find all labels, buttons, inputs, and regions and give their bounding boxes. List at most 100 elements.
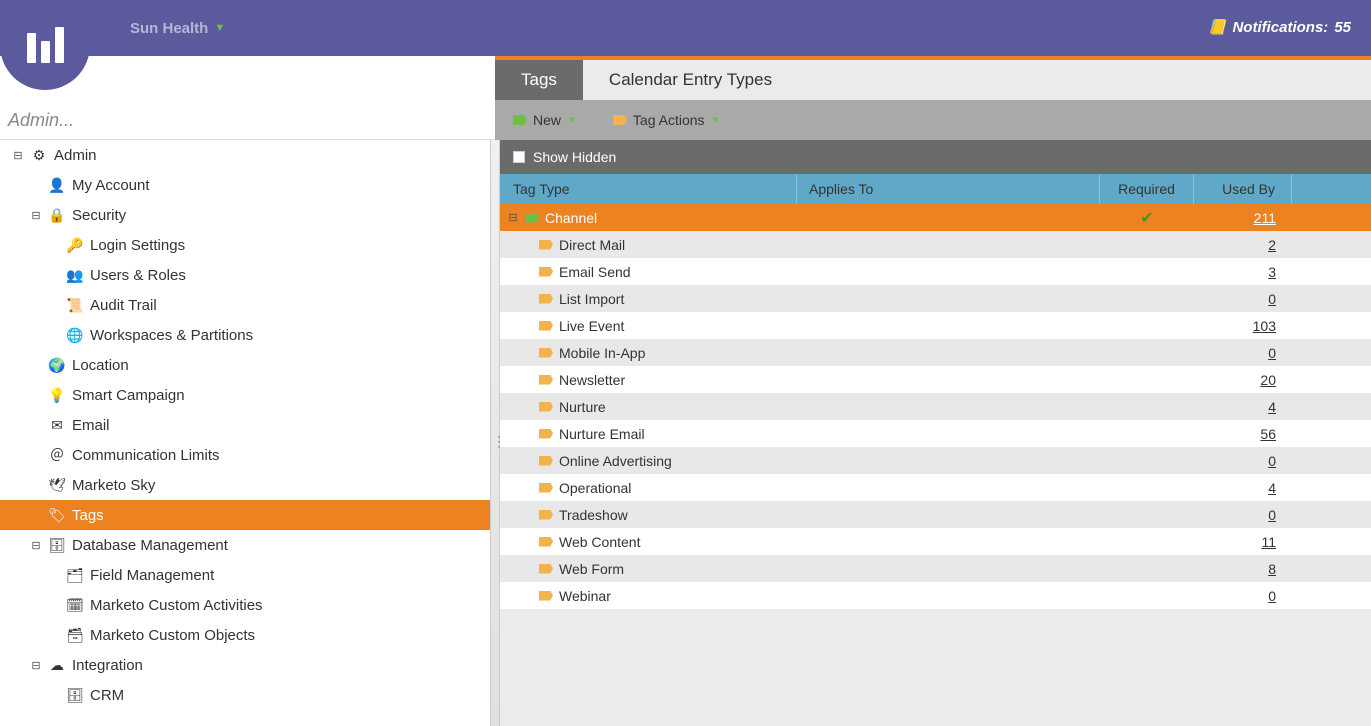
table-row[interactable]: Web Form 8 (495, 555, 1371, 582)
sidebar-item-location[interactable]: 🌍Location (0, 350, 494, 380)
sidebar-item-custom-objects[interactable]: 🗃Marketo Custom Objects (0, 620, 494, 650)
table-row[interactable]: Operational 4 (495, 474, 1371, 501)
notifications-count: 55 (1334, 19, 1351, 36)
table-row[interactable]: Nurture Email 56 (495, 420, 1371, 447)
table-row[interactable]: Tradeshow 0 (495, 501, 1371, 528)
tag-name: Web Form (559, 561, 624, 577)
app-header: Sun Health ▼ 📒 Notifications: 55 (0, 0, 1371, 56)
usedby-link[interactable]: 0 (1268, 588, 1276, 604)
table-row[interactable]: Web Content11 (495, 528, 1371, 555)
tree-label: Audit Trail (90, 297, 157, 314)
sidebar-item-users-roles[interactable]: 👥Users & Roles (0, 260, 494, 290)
sidebar-item-marketo-sky[interactable]: 🕊Marketo Sky (0, 470, 494, 500)
app-logo[interactable] (0, 0, 90, 90)
tag-icon (539, 375, 553, 385)
tag-name: Mobile In-App (559, 345, 645, 361)
tag-name: Nurture Email (559, 426, 645, 442)
sidebar-item-email[interactable]: ✉Email (0, 410, 494, 440)
sidebar-item-comm-limits[interactable]: ＠Communication Limits (0, 440, 494, 470)
tag-group-row[interactable]: ⊟ Channel ✔ 211 (495, 204, 1371, 231)
admin-sidebar: ⊟⚙Admin👤My Account⊟🔒Security🔑Login Setti… (0, 140, 495, 726)
new-label: New (533, 112, 561, 128)
sidebar-item-workspaces[interactable]: 🌐Workspaces & Partitions (0, 320, 494, 350)
sidebar-item-db-mgmt[interactable]: ⊟ 🗄 Database Management (0, 530, 494, 560)
tree-icon: 🗂 (66, 567, 84, 584)
sidebar-item-smart-campaign[interactable]: 💡Smart Campaign (0, 380, 494, 410)
sidebar-item-security[interactable]: ⊟🔒Security (0, 200, 494, 230)
usedby-link[interactable]: 11 (1261, 534, 1276, 550)
sidebar-item-tags[interactable]: 🏷Tags (0, 500, 494, 530)
tag-icon (539, 510, 553, 520)
tree-expander[interactable]: ⊟ (30, 539, 42, 552)
breadcrumb-text: Admin... (8, 110, 74, 130)
table-row[interactable]: Newsletter20 (495, 366, 1371, 393)
collapse-icon[interactable]: ⊟ (507, 211, 519, 224)
tag-icon (539, 564, 553, 574)
tree-label: Admin (54, 147, 97, 164)
tag-name: List Import (559, 291, 624, 307)
pane-splitter[interactable] (490, 140, 500, 726)
logo-icon (27, 27, 64, 63)
usedby-link[interactable]: 4 (1268, 399, 1276, 415)
tag-name: Operational (559, 480, 631, 496)
table-row[interactable]: List Import 0 (495, 285, 1371, 312)
col-applies[interactable]: Applies To (797, 174, 1100, 204)
usedby-link[interactable]: 20 (1260, 372, 1276, 388)
sidebar-item-custom-activities[interactable]: 🗓Marketo Custom Activities (0, 590, 494, 620)
sidebar-item-crm[interactable]: 🗄CRM (0, 680, 494, 710)
tag-icon (539, 483, 553, 493)
table-row[interactable]: Email Send3 (495, 258, 1371, 285)
tree-label: CRM (90, 687, 124, 704)
notifications-icon: 📒 (1208, 18, 1227, 36)
sidebar-item-audit-trail[interactable]: 📜Audit Trail (0, 290, 494, 320)
main-pane: TagsCalendar Entry Types New ▼ Tag Actio… (495, 56, 1371, 726)
table-row[interactable]: Direct Mail2 (495, 231, 1371, 258)
notifications-link[interactable]: 📒 Notifications: 55 (1208, 18, 1351, 36)
usedby-link[interactable]: 4 (1268, 480, 1276, 496)
sidebar-item-my-account[interactable]: 👤My Account (0, 170, 494, 200)
sidebar-item-field-mgmt[interactable]: 🗂Field Management (0, 560, 494, 590)
usedby-link[interactable]: 8 (1268, 561, 1276, 577)
usedby-link[interactable]: 0 (1268, 507, 1276, 523)
table-row[interactable]: Live Event103 (495, 312, 1371, 339)
usedby-link[interactable]: 3 (1268, 264, 1276, 280)
new-button[interactable]: New ▼ (513, 112, 577, 128)
col-used-by[interactable]: Used By (1194, 174, 1292, 204)
tag-name: Tradeshow (559, 507, 628, 523)
org-switcher[interactable]: Sun Health ▼ (130, 20, 225, 37)
col-required[interactable]: Required (1100, 174, 1194, 204)
usedby-link[interactable]: 211 (1254, 210, 1276, 226)
tree-icon: 🗄 (48, 537, 66, 554)
usedby-link[interactable]: 56 (1260, 426, 1276, 442)
tree-label: Workspaces & Partitions (90, 327, 253, 344)
tag-icon (539, 321, 553, 331)
usedby-link[interactable]: 0 (1268, 291, 1276, 307)
table-row[interactable]: Nurture4 (495, 393, 1371, 420)
table-row[interactable]: Online Advertising0 (495, 447, 1371, 474)
tag-icon (539, 402, 553, 412)
sidebar-item-login-settings[interactable]: 🔑Login Settings (0, 230, 494, 260)
table-row[interactable]: Mobile In-App 0 (495, 339, 1371, 366)
tag-icon (539, 591, 553, 601)
tag-icon (539, 429, 553, 439)
sidebar-item-admin[interactable]: ⊟⚙Admin (0, 140, 494, 170)
tree-label: Database Management (72, 537, 228, 554)
usedby-link[interactable]: 103 (1253, 318, 1276, 334)
tree-expander[interactable]: ⊟ (12, 149, 24, 162)
usedby-link[interactable]: 0 (1268, 345, 1276, 361)
usedby-link[interactable]: 2 (1268, 237, 1276, 253)
tree-label: Smart Campaign (72, 387, 185, 404)
tree-expander[interactable]: ⊟ (30, 659, 42, 672)
tag-actions-button[interactable]: Tag Actions ▼ (613, 112, 721, 128)
tree-icon: ＠ (48, 445, 66, 465)
table-row[interactable]: Webinar0 (495, 582, 1371, 609)
usedby-link[interactable]: 0 (1268, 453, 1276, 469)
col-tag-type[interactable]: Tag Type (495, 174, 797, 204)
show-hidden-checkbox[interactable] (513, 151, 525, 163)
sidebar-item-integration[interactable]: ⊟☁Integration (0, 650, 494, 680)
tab-calendar-entry-types[interactable]: Calendar Entry Types (583, 60, 798, 100)
tree-label: Email (72, 417, 110, 434)
tree-icon: 🕊 (48, 477, 66, 494)
tree-expander[interactable]: ⊟ (30, 209, 42, 222)
tab-tags[interactable]: Tags (495, 60, 583, 100)
